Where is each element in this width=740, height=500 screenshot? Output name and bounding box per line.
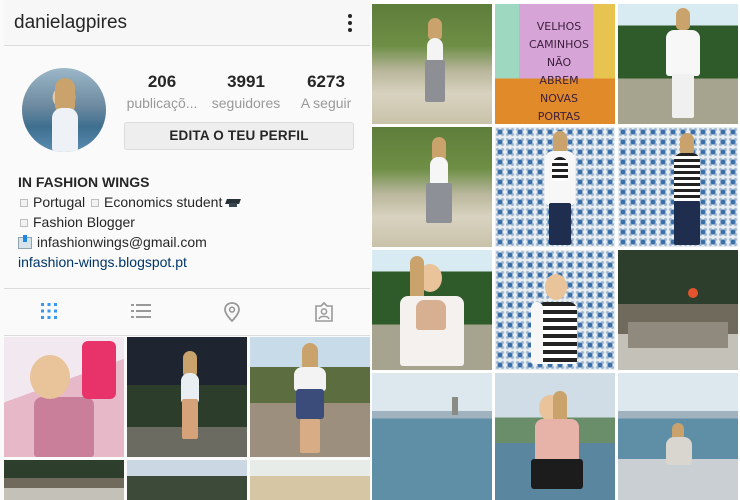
stat-posts-label: publicaçõ...: [126, 95, 198, 111]
avatar[interactable]: [22, 68, 106, 152]
profile-username: danielagpires: [14, 12, 128, 33]
stat-followers[interactable]: 3991 seguidores: [206, 72, 286, 114]
stat-followers-value: 3991: [227, 72, 265, 91]
bio-name: IN FASHION WINGS: [18, 174, 150, 190]
profile-photo-grid: [4, 337, 370, 500]
profile-tabs: [4, 288, 370, 336]
tab-places[interactable]: [187, 289, 278, 335]
grid-photo[interactable]: [372, 373, 492, 500]
grid-photo[interactable]: [372, 250, 492, 370]
bio-email: infashionwings@gmail.com: [37, 234, 207, 250]
graduation-cap-icon: [226, 198, 240, 208]
grid-photo[interactable]: [127, 337, 247, 457]
location-pin-icon: [224, 302, 240, 322]
bio-line-3: infashionwings@gmail.com: [18, 232, 358, 252]
grid-photo[interactable]: [4, 337, 124, 457]
grid-photo[interactable]: [250, 460, 370, 500]
grid-icon: [41, 303, 57, 319]
bio-website-link[interactable]: infashion-wings.blogspot.pt: [18, 252, 358, 272]
profile-stats: 206 publicaçõ... 3991 seguidores 6273 A …: [120, 72, 360, 116]
stat-posts[interactable]: 206 publicaçõ...: [122, 72, 202, 114]
flag-placeholder-icon: [20, 198, 28, 207]
list-icon: [131, 304, 151, 318]
stat-posts-value: 206: [147, 72, 177, 91]
edit-profile-button[interactable]: EDITA O TEU PERFIL: [124, 122, 354, 150]
photo-grid: VELHOS CAMINHOS NÃO ABREM NOVAS PORTAS: [371, 0, 740, 500]
graffiti-door-photo[interactable]: VELHOS CAMINHOS NÃO ABREM NOVAS PORTAS: [495, 4, 615, 124]
grid-photo[interactable]: [618, 4, 738, 124]
bio-line-1: Portugal Economics student: [18, 192, 358, 212]
inbox-tray-icon: [18, 235, 32, 250]
grid-photo[interactable]: [618, 373, 738, 500]
grid-photo[interactable]: [618, 250, 738, 370]
top-bar: danielagpires: [4, 0, 370, 46]
grid-photo[interactable]: [495, 127, 615, 247]
grid-photo[interactable]: [495, 373, 615, 500]
avatar-figure: [52, 108, 78, 152]
tab-tagged[interactable]: [278, 289, 369, 335]
bio-country: Portugal: [33, 194, 86, 210]
tagged-person-icon: [315, 302, 333, 322]
more-options-icon[interactable]: [348, 14, 352, 32]
grid-photo[interactable]: [372, 4, 492, 124]
grid-photo[interactable]: [618, 127, 738, 247]
grid-photo[interactable]: [250, 337, 370, 457]
grid-photo[interactable]: [4, 460, 124, 500]
stat-followers-label: seguidores: [211, 95, 281, 111]
stat-following-value: 6273: [307, 72, 345, 91]
avatar-hair: [55, 78, 75, 112]
tab-list[interactable]: [95, 289, 186, 335]
profile-bio: IN FASHION WINGS Portugal Economics stud…: [18, 172, 358, 272]
grid-photo[interactable]: [495, 250, 615, 370]
emoji-placeholder-icon: [91, 198, 100, 207]
door-graffiti-text: VELHOS CAMINHOS NÃO ABREM NOVAS PORTAS: [528, 20, 590, 123]
grid-photo[interactable]: [372, 127, 492, 247]
bio-role: Fashion Blogger: [33, 214, 135, 230]
profile-screen: danielagpires 206 publicaçõ... 3991 segu…: [0, 0, 371, 500]
tab-grid[interactable]: [4, 289, 95, 335]
bio-line-2: Fashion Blogger: [18, 212, 358, 232]
bio-study: Economics student: [104, 194, 223, 210]
grid-photo[interactable]: [127, 460, 247, 500]
emoji-placeholder-icon: [20, 218, 28, 227]
stat-following[interactable]: 6273 A seguir: [286, 72, 366, 114]
stat-following-label: A seguir: [300, 95, 352, 111]
